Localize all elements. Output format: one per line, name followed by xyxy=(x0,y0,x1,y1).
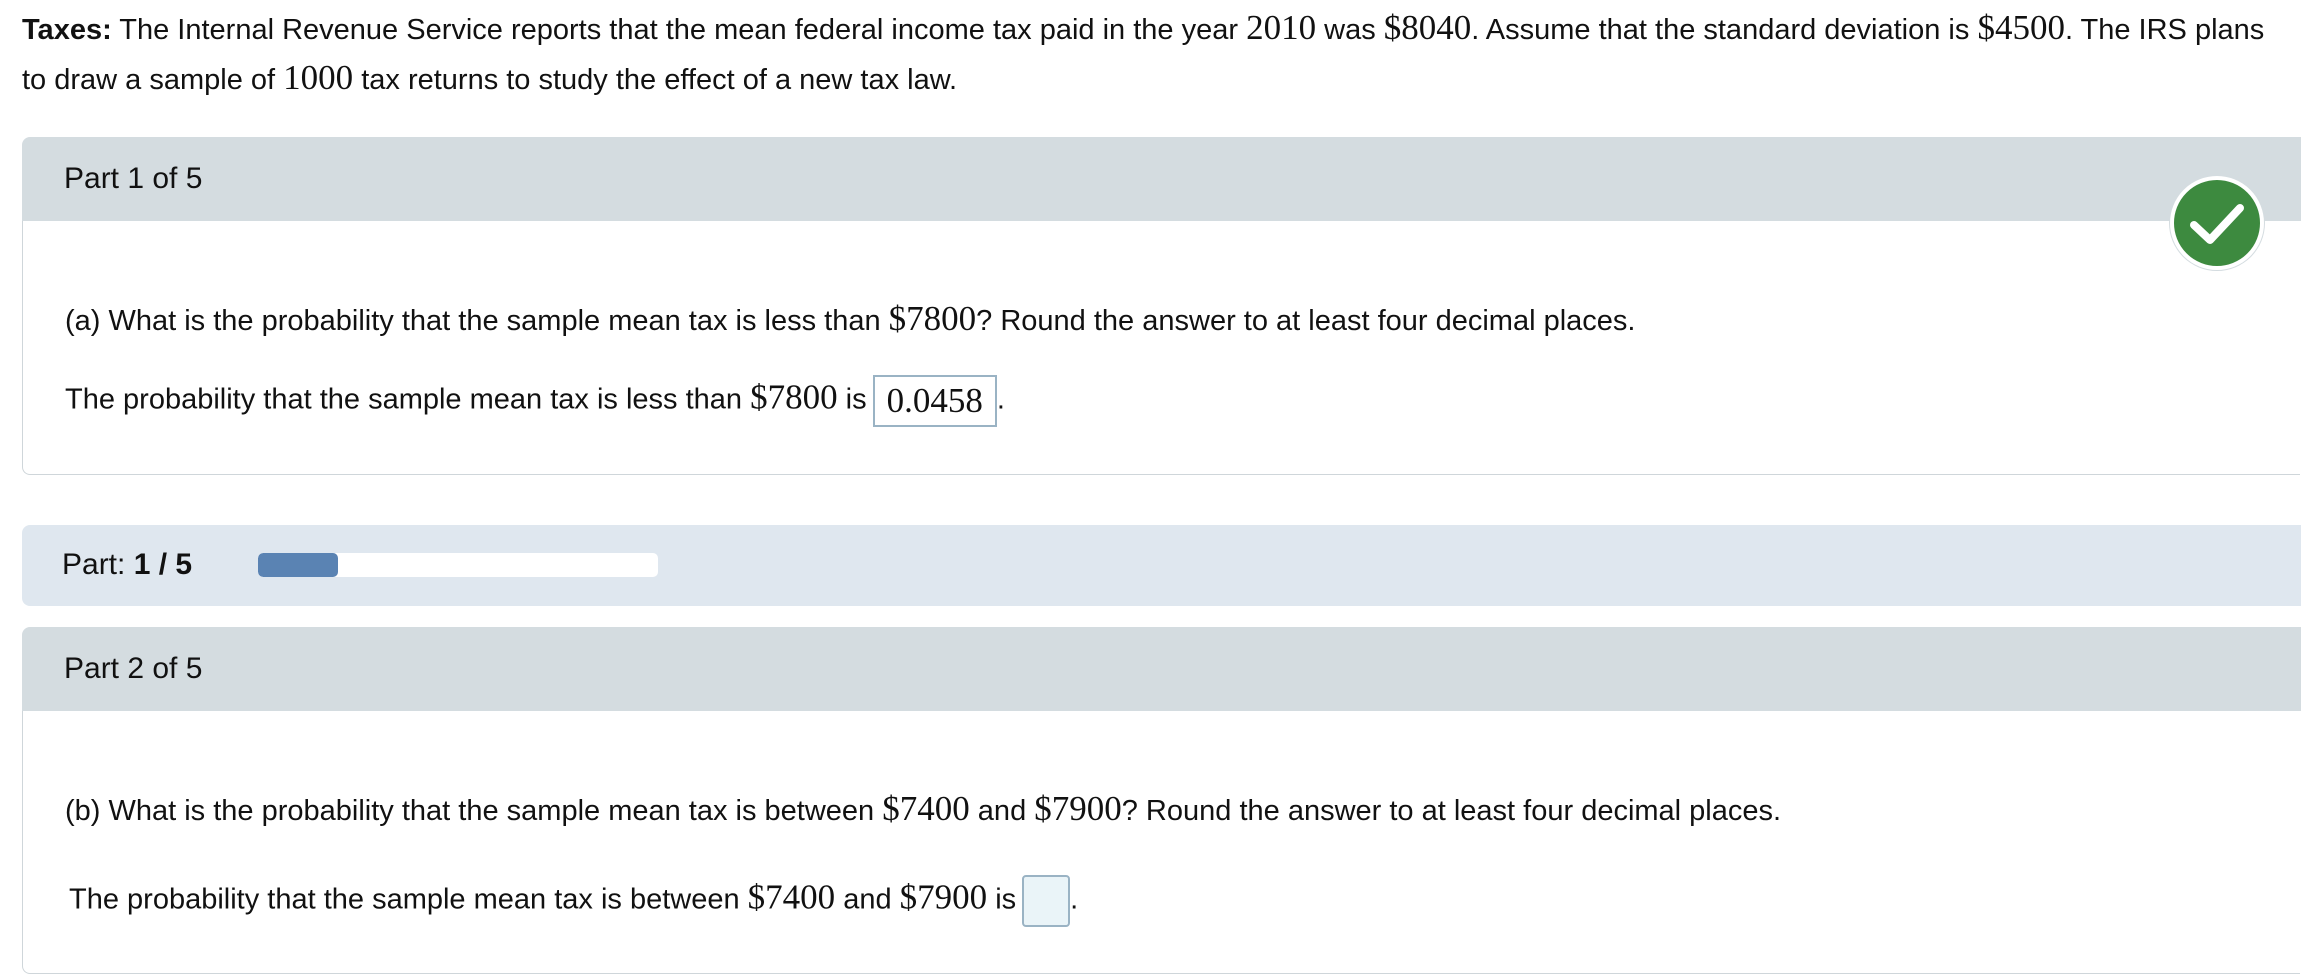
part1-question-value: $7800 xyxy=(888,299,977,338)
part2-answer-line: The probability that the sample mean tax… xyxy=(69,875,1078,927)
part2-question-and: and xyxy=(969,795,1035,827)
part1-question: (a) What is the probability that the sam… xyxy=(65,299,1635,339)
intro-text-1: The Internal Revenue Service reports tha… xyxy=(111,14,1247,46)
part2-answer-period: . xyxy=(1070,883,1079,916)
check-icon xyxy=(2170,176,2264,270)
progress-prefix: Part: xyxy=(62,548,134,581)
progress-bar-row: Part: 1 / 5 xyxy=(22,525,2301,606)
part1-answer-line: The probability that the sample mean tax… xyxy=(65,375,1005,427)
part2-answer-is: is xyxy=(987,883,1017,916)
part2-question-value-2: $7900 xyxy=(1034,789,1122,828)
part1-answer-value: $7800 xyxy=(750,377,838,417)
intro-text-3: . Assume that the standard deviation is xyxy=(1471,14,1978,46)
intro-mean: $8040 xyxy=(1383,8,1472,47)
part1-header: Part 1 of 5 xyxy=(22,137,2301,221)
part2-answer-text: The probability that the sample mean tax… xyxy=(69,883,748,916)
part1-answer-text: The probability that the sample mean tax… xyxy=(65,383,751,416)
progress-fill xyxy=(258,553,338,577)
part2-question-text: (b) What is the probability that the sam… xyxy=(65,795,883,827)
part2-question: (b) What is the probability that the sam… xyxy=(65,789,1781,829)
part2-question-suffix: ? Round the answer to at least four deci… xyxy=(1121,795,1782,827)
intro-year: 2010 xyxy=(1246,8,1317,47)
part1-body: (a) What is the probability that the sam… xyxy=(22,221,2300,475)
problem-label: Taxes: xyxy=(22,14,112,46)
intro-text-2: was xyxy=(1316,14,1384,46)
part1-question-suffix: ? Round the answer to at least four deci… xyxy=(976,305,1636,337)
part1-title: Part 1 of 5 xyxy=(64,162,203,195)
part1-answer-period: . xyxy=(996,383,1005,416)
problem-statement: Taxes: The Internal Revenue Service repo… xyxy=(22,4,2292,104)
part2-body: (b) What is the probability that the sam… xyxy=(22,711,2300,974)
part2-answer-field[interactable] xyxy=(1022,875,1071,927)
part1-answer-field[interactable]: 0.0458 xyxy=(872,375,997,427)
part2-header: Part 2 of 5 xyxy=(22,627,2301,711)
part2-title: Part 2 of 5 xyxy=(64,652,203,685)
part1-answer-is: is xyxy=(837,383,867,416)
progress-track xyxy=(258,553,658,577)
intro-sd: $4500 xyxy=(1977,8,2065,47)
part2-answer-value-1: $7400 xyxy=(747,877,836,917)
part2-answer-and: and xyxy=(835,883,900,916)
part1-question-text: (a) What is the probability that the sam… xyxy=(65,305,889,337)
part2-question-value-1: $7400 xyxy=(882,789,970,828)
part2-answer-value-2: $7900 xyxy=(899,877,988,917)
progress-count: 1 / 5 xyxy=(133,548,193,581)
intro-text-5: tax returns to study the effect of a new… xyxy=(353,64,958,96)
progress-label: Part: 1 / 5 xyxy=(62,548,192,582)
intro-sample-size: 1000 xyxy=(283,58,354,97)
